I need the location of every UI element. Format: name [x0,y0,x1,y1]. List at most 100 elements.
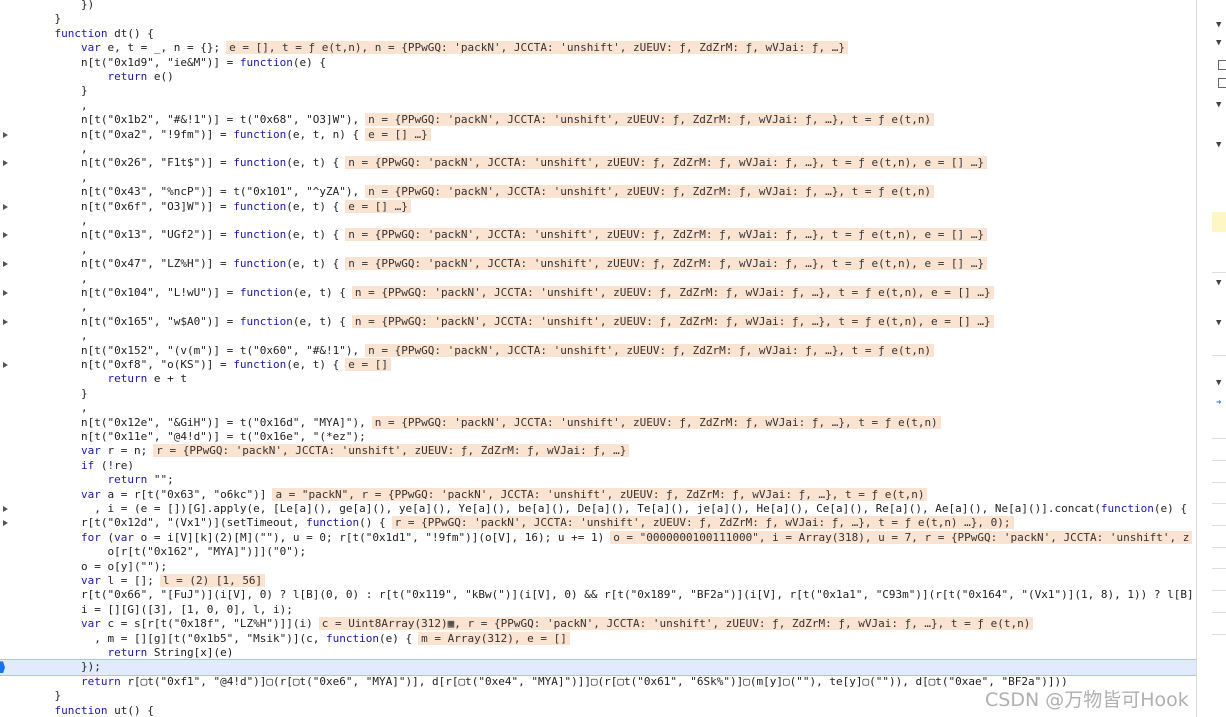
code-line[interactable]: i = [][G]([3], [1, 0, 0], l, i); [0,603,1196,617]
expand-arrow-icon[interactable] [3,160,8,167]
code-line[interactable]: } [0,84,1196,98]
inline-variable-value[interactable]: n = {PPwGQ: 'packN', JCCTA: 'unshift', z… [365,185,935,199]
expand-arrow-icon[interactable] [3,203,8,210]
inline-variable-value[interactable]: n = {PPwGQ: 'packN', JCCTA: 'unshift', z… [345,257,988,271]
code-line[interactable]: for (var o = i[V][k](2)[M](""), u = 0; r… [0,530,1196,545]
code-line[interactable]: , m = [][g][t("0x1b5", "Msik")](c, funct… [0,631,1196,646]
code-line[interactable]: n[t("0x26", "F1t$")] = function(e, t) {n… [0,156,1196,170]
watermark: CSDN @万物皆可Hook [985,689,1189,711]
expand-arrow-icon[interactable] [3,131,8,138]
inline-variable-value[interactable]: e = [] …} [345,199,411,213]
code-text: for (var o = i[V][k](2)[M](""), u = 0; r… [28,530,1193,545]
chevron-down-icon[interactable]: ▼ [1216,20,1226,30]
expand-arrow-icon[interactable] [3,506,8,512]
inline-variable-value[interactable]: n = {PPwGQ: 'packN', JCCTA: 'unshift', z… [351,314,994,328]
code-line[interactable]: } [0,387,1196,401]
inline-variable-value[interactable]: n = {PPwGQ: 'packN', JCCTA: 'unshift', z… [351,286,994,299]
inline-variable-value[interactable]: o = "0000000100111000", i = Array(318), … [610,530,1193,544]
code-line[interactable]: n[t("0x104", "L!wU")] = function(e, t) {… [0,286,1196,300]
inline-variable-value[interactable]: e = [] [345,358,392,371]
code-line[interactable]: , [0,99,1196,113]
expand-arrow-icon[interactable] [3,290,8,296]
code-line[interactable]: n[t("0x1d9", "ie&M")] = function(e) { [0,56,1196,70]
expand-arrow-icon[interactable] [3,362,8,368]
divider [1212,547,1226,548]
code-line[interactable]: var l = []; l = (2) [1, 56] [0,574,1196,588]
code-line[interactable]: , [0,401,1196,415]
code-line[interactable]: n[t("0x6f", "O3]W")] = function(e, t) {e… [0,199,1196,214]
code-line[interactable]: return e + t [0,372,1196,386]
code-line[interactable]: var r = n; r = {PPwGQ: 'packN', JCCTA: 'u… [0,444,1196,458]
divider [1212,503,1226,504]
code-line[interactable]: n[t("0x13", "UGf2")] = function(e, t) {n… [0,228,1196,242]
code-line[interactable]: var c = s[r[t("0x18f", "LZ%H")]](i) c = U… [0,617,1196,631]
code-line[interactable]: if (!re) [0,459,1196,473]
code-line[interactable]: o[r[t("0x162", "MYA]")]]("0"); [0,545,1196,559]
inline-variable-value[interactable]: l = (2) [1, 56] [159,574,266,587]
code-line[interactable]: var a = r[t("0x63", "o6kc")] a = "packN",… [0,487,1196,502]
code-text: r[t("0x66", "[FuJ")](i[V], 0) ? l[B](0, … [28,588,1194,602]
code-line[interactable]: r[t("0x12d", "(Vx1")](setTimeout, functi… [0,516,1196,530]
inline-variable-value[interactable]: m = Array(312), e = [] [418,631,570,645]
expand-arrow-icon[interactable] [3,261,8,268]
expand-arrow-icon[interactable] [3,318,8,325]
code-line[interactable]: n[t("0x152", "(v(m")] = t("0x60", "#&!1"… [0,343,1196,358]
code-line[interactable]: return String[x](e) [0,646,1196,660]
code-text: var c = s[r[t("0x18f", "LZ%H")]](i) c = U… [28,617,1034,631]
code-text: n[t("0x11e", "@4!d")] = t("0x16e", "(*ez… [28,430,366,443]
code-text: n[t("0xf8", "o(KS")] = function(e, t) {e… [28,358,392,372]
code-line[interactable]: }) [0,0,1196,12]
code-line[interactable]: , [0,272,1196,286]
expand-arrow-icon[interactable] [3,232,8,239]
code-line[interactable]: , [0,243,1196,257]
code-line[interactable]: , [0,142,1196,156]
code-line[interactable]: function dt() { [0,27,1196,41]
code-line[interactable]: o = o[y](""); [0,560,1196,574]
code-line[interactable]: var e, t = _, n = {}; e = [], t = ƒ e(t,n… [0,41,1196,55]
code-line[interactable]: n[t("0x11e", "@4!d")] = t("0x16e", "(*ez… [0,430,1196,444]
code-text: return e + t [107,372,187,386]
inline-variable-value[interactable]: n = {PPwGQ: 'packN', JCCTA: 'unshift', z… [365,113,935,127]
chevron-down-icon[interactable]: ▼ [1216,318,1226,328]
code-text: n[t("0x104", "L!wU")] = function(e, t) {… [28,286,994,300]
code-line[interactable]: n[t("0xf8", "o(KS")] = function(e, t) {e… [0,358,1196,372]
inline-variable-value[interactable]: n = {PPwGQ: 'packN', JCCTA: 'unshift', z… [365,343,935,357]
code-text: , [28,300,88,314]
code-line[interactable]: return e() [0,70,1196,84]
expand-arrow-icon[interactable] [3,520,8,527]
inline-variable-value[interactable]: a = "packN", r = {PPwGQ: 'packN', JCCTA:… [272,487,928,501]
code-text: n[t("0xa2", "!9fm")] = function(e, t, n)… [28,127,431,142]
inline-variable-value[interactable]: n = {PPwGQ: 'packN', JCCTA: 'unshift', z… [345,156,988,170]
inline-variable-value[interactable]: n = {PPwGQ: 'packN', JCCTA: 'unshift', z… [371,415,941,429]
chevron-down-icon[interactable]: ▼ [1216,140,1226,150]
code-line[interactable]: , [0,329,1196,343]
inline-variable-value[interactable]: r = {PPwGQ: 'packN', JCCTA: 'unshift', z… [391,516,1014,530]
inline-variable-value[interactable]: n = {PPwGQ: 'packN', JCCTA: 'unshift', z… [345,228,988,242]
inline-variable-value[interactable]: c = Uint8Array(312)▦, r = {PPwGQ: 'packN… [318,617,1034,631]
code-line[interactable]: n[t("0x43", "%ncP")] = t("0x101", "^yZA"… [0,185,1196,199]
code-line[interactable]: n[t("0xa2", "!9fm")] = function(e, t, n)… [0,127,1196,142]
code-line[interactable]: n[t("0x12e", "&GiH")] = t("0x16d", "MYA]… [0,415,1196,430]
code-line[interactable]: n[t("0x47", "LZ%H")] = function(e, t) {n… [0,257,1196,271]
inline-variable-value[interactable]: e = [], t = ƒ e(t,n), n = {PPwGQ: 'packN… [226,41,848,55]
code-line[interactable]: , [0,214,1196,228]
current-execution-line[interactable]: }); [0,659,1196,676]
code-line[interactable]: , i = (e = [])[G].apply(e, [Le[a](), ge[… [0,502,1196,516]
code-line[interactable]: r[t("0x66", "[FuJ")](i[V], 0) ? l[B](0, … [0,588,1196,602]
chevron-down-icon[interactable]: ▼ [1216,38,1226,48]
code-line[interactable]: n[t("0x165", "w$A0")] = function(e, t) {… [0,314,1196,329]
chevron-down-icon[interactable]: ▼ [1216,378,1226,388]
code-line[interactable]: , [0,300,1196,314]
breakpoint-checkbox[interactable] [1218,60,1226,70]
code-line[interactable]: , [0,171,1196,185]
chevron-down-icon[interactable]: ▼ [1216,100,1226,110]
code-text: var e, t = _, n = {}; e = [], t = ƒ e(t,n… [28,41,848,55]
code-line[interactable]: } [0,12,1196,26]
code-text: n[t("0x26", "F1t$")] = function(e, t) {n… [28,156,988,170]
breakpoint-checkbox[interactable] [1218,78,1226,88]
inline-variable-value[interactable]: e = [] …} [365,127,431,141]
code-line[interactable]: return ""; [0,473,1196,487]
code-line[interactable]: n[t("0x1b2", "#&!1")] = t("0x68", "O3]W"… [0,113,1196,127]
chevron-down-icon[interactable]: ▼ [1216,278,1226,288]
inline-variable-value[interactable]: r = {PPwGQ: 'packN', JCCTA: 'unshift', z… [153,444,630,458]
